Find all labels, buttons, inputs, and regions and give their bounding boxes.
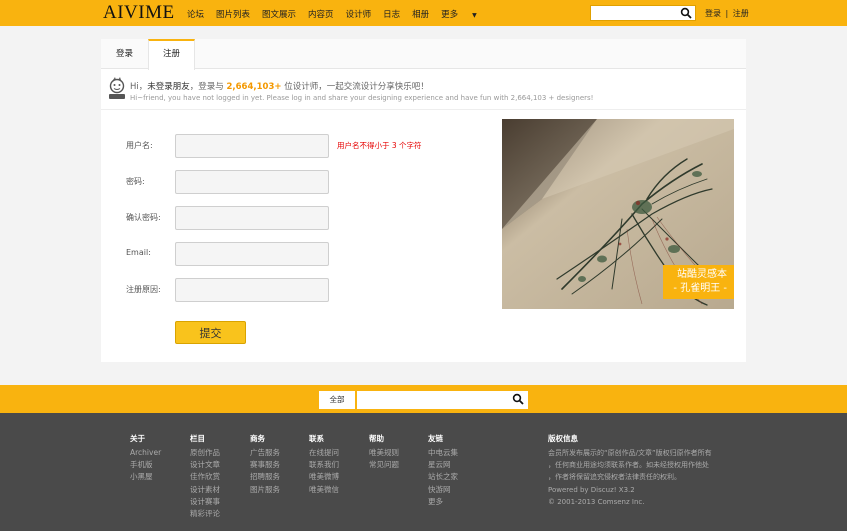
promo-subtitle: - 孔雀明王 - — [673, 283, 727, 294]
footer-link[interactable]: 设计赛事 — [190, 496, 220, 508]
nav-item-forum[interactable]: 论坛 — [187, 8, 204, 20]
login-link[interactable]: 登录 — [705, 9, 721, 18]
footer-col-title: 帮助 — [369, 434, 384, 443]
notice-english: Hi~friend, you have not logged in yet. P… — [130, 94, 594, 102]
auth-links: 登录 | 注册 — [705, 8, 749, 19]
guest-notice: Hi，未登录朋友，登录与 2,664,103+ 位设计师，一起交流设计分享快乐吧… — [101, 70, 746, 110]
footer-link[interactable]: Archiver — [130, 447, 161, 459]
register-link[interactable]: 注册 — [733, 9, 749, 18]
top-search-input[interactable] — [591, 6, 677, 20]
footer-link[interactable]: 图片服务 — [250, 484, 280, 496]
footer-col-about: 关于 Archiver 手机版 小黑屋 — [130, 433, 161, 484]
footer-link[interactable]: 精彩评论 — [190, 508, 220, 520]
password-field[interactable] — [175, 170, 329, 194]
notice-count: 2,664,103+ — [226, 82, 282, 92]
footer-link[interactable]: 赛事服务 — [250, 459, 280, 471]
nav-item-image-text[interactable]: 图文展示 — [262, 8, 296, 20]
footer-link[interactable]: 联系我们 — [309, 459, 339, 471]
notice-guest: 未登录朋友 — [147, 82, 190, 92]
tab-login[interactable]: 登录 — [101, 39, 148, 69]
footer-search-input[interactable] — [357, 391, 507, 409]
footer-link[interactable]: 常见问题 — [369, 459, 399, 471]
footer-col-title: 商务 — [250, 434, 265, 443]
top-bar: AIVIME 论坛 图片列表 图文展示 内容页 设计师 日志 相册 更多 ▼ 登录… — [0, 0, 847, 26]
notice-tail: 位设计师，一起交流设计分享快乐吧！ — [284, 82, 429, 92]
footer-link[interactable]: 广告服务 — [250, 447, 280, 459]
nav-more-label: 更多 — [441, 10, 459, 20]
nav-item-image-list[interactable]: 图片列表 — [216, 8, 250, 20]
copyright-line: ，任何商业用途均须联系作者。如未经授权用作他处 — [548, 461, 709, 470]
main-nav: 论坛 图片列表 图文展示 内容页 设计师 日志 相册 更多 ▼ — [187, 8, 501, 20]
nav-item-album[interactable]: 相册 — [412, 8, 429, 20]
footer-col-title: 关于 — [130, 434, 145, 443]
copyright-title: 版权信息 — [548, 434, 578, 443]
footer-link[interactable]: 招聘服务 — [250, 471, 280, 483]
password-label: 密码: — [126, 177, 145, 186]
promo-title: 站酷灵感本 — [677, 269, 727, 280]
footer-col-contact: 联系 在线提问 联系我们 唯美微博 唯美微信 — [309, 433, 339, 496]
username-label: 用户名: — [126, 141, 153, 150]
nav-item-more[interactable]: 更多 ▼ — [441, 8, 489, 20]
footer-link[interactable]: 在线提问 — [309, 447, 339, 459]
footer-search-box — [357, 391, 528, 409]
notice-chinese: Hi，未登录朋友，登录与 2,664,103+ 位设计师，一起交流设计分享快乐吧… — [130, 80, 429, 92]
footer-link[interactable]: 佳作欣赏 — [190, 471, 220, 483]
footer-col-title: 友链 — [428, 434, 443, 443]
footer-col-help: 帮助 唯美规则 常见问题 — [369, 433, 399, 471]
copyright-line: 会员所发布展示的“原创作品/文章”版权归原作者所有 — [548, 449, 712, 457]
footer-col-title: 栏目 — [190, 434, 205, 443]
top-search-box — [590, 5, 696, 21]
footer-link[interactable]: 设计素材 — [190, 484, 220, 496]
copyright-block: 版权信息 会员所发布展示的“原创作品/文章”版权归原作者所有 ，任何商业用途均须… — [548, 433, 728, 508]
auth-tabs: 登录 注册 — [101, 39, 746, 70]
footer-link[interactable]: 手机版 — [130, 459, 161, 471]
nav-item-content[interactable]: 内容页 — [308, 8, 334, 20]
submit-button[interactable]: 提交 — [175, 321, 246, 344]
powered-by: Powered by Discuz! X3.2 — [548, 485, 635, 494]
copyright-line: ，作者将保留追究侵权者法律责任的权利。 — [548, 473, 681, 482]
nav-item-blog[interactable]: 日志 — [383, 8, 400, 20]
reason-label: 注册原因: — [126, 285, 161, 294]
promo-image[interactable]: 站酷灵感本 - 孔雀明王 - — [502, 119, 734, 309]
reason-field[interactable] — [175, 278, 329, 302]
footer-link[interactable]: 唯美规则 — [369, 447, 399, 459]
search-icon[interactable] — [512, 393, 524, 407]
footer-link[interactable]: 站长之家 — [428, 471, 458, 483]
notice-greet: Hi， — [130, 82, 148, 92]
promo-caption: 站酷灵感本 - 孔雀明王 - — [663, 265, 734, 299]
footer-link[interactable]: 更多 — [428, 496, 458, 508]
footer-col-friend-links: 友链 中电云集 星云网 站长之家 快游网 更多 — [428, 433, 458, 508]
footer-link[interactable]: 唯美微信 — [309, 484, 339, 496]
footer-link[interactable]: 快游网 — [428, 484, 458, 496]
confirm-password-label: 确认密码: — [126, 213, 161, 222]
username-error: 用户名不得小于 3 个字符 — [337, 141, 422, 150]
footer-link[interactable]: 唯美微博 — [309, 471, 339, 483]
footer-link[interactable]: 原创作品 — [190, 447, 220, 459]
footer-col-sections: 栏目 原创作品 设计文章 佳作欣赏 设计素材 设计赛事 精彩评论 — [190, 433, 220, 520]
search-icon[interactable] — [680, 7, 692, 21]
email-label: Email: — [126, 248, 151, 257]
footer-link[interactable]: 星云网 — [428, 459, 458, 471]
nav-item-designer[interactable]: 设计师 — [346, 8, 372, 20]
search-scope-select[interactable]: 全部 — [319, 391, 355, 409]
footer-link[interactable]: 设计文章 — [190, 459, 220, 471]
copyright-notice: © 2001-2013 Comsenz Inc. — [548, 497, 645, 506]
site-footer: 关于 Archiver 手机版 小黑屋 栏目 原创作品 设计文章 佳作欣赏 设计… — [0, 413, 847, 531]
confirm-password-field[interactable] — [175, 206, 329, 230]
email-field[interactable] — [175, 242, 329, 266]
username-field[interactable] — [175, 134, 329, 158]
chevron-down-icon: ▼ — [472, 12, 477, 19]
auth-separator: | — [725, 9, 729, 18]
notice-mid: ，登录与 — [189, 82, 224, 92]
footer-link[interactable]: 小黑屋 — [130, 471, 161, 483]
footer-col-business: 商务 广告服务 赛事服务 招聘服务 图片服务 — [250, 433, 280, 496]
guest-avatar-icon — [108, 76, 126, 100]
tab-register[interactable]: 注册 — [148, 39, 195, 70]
site-logo[interactable]: AIVIME — [103, 2, 175, 24]
footer-link[interactable]: 中电云集 — [428, 447, 458, 459]
register-card: 登录 注册 Hi，未登录朋友，登录与 2,664,103+ 位设计师，一起交流设… — [101, 39, 746, 362]
footer-col-title: 联系 — [309, 434, 324, 443]
